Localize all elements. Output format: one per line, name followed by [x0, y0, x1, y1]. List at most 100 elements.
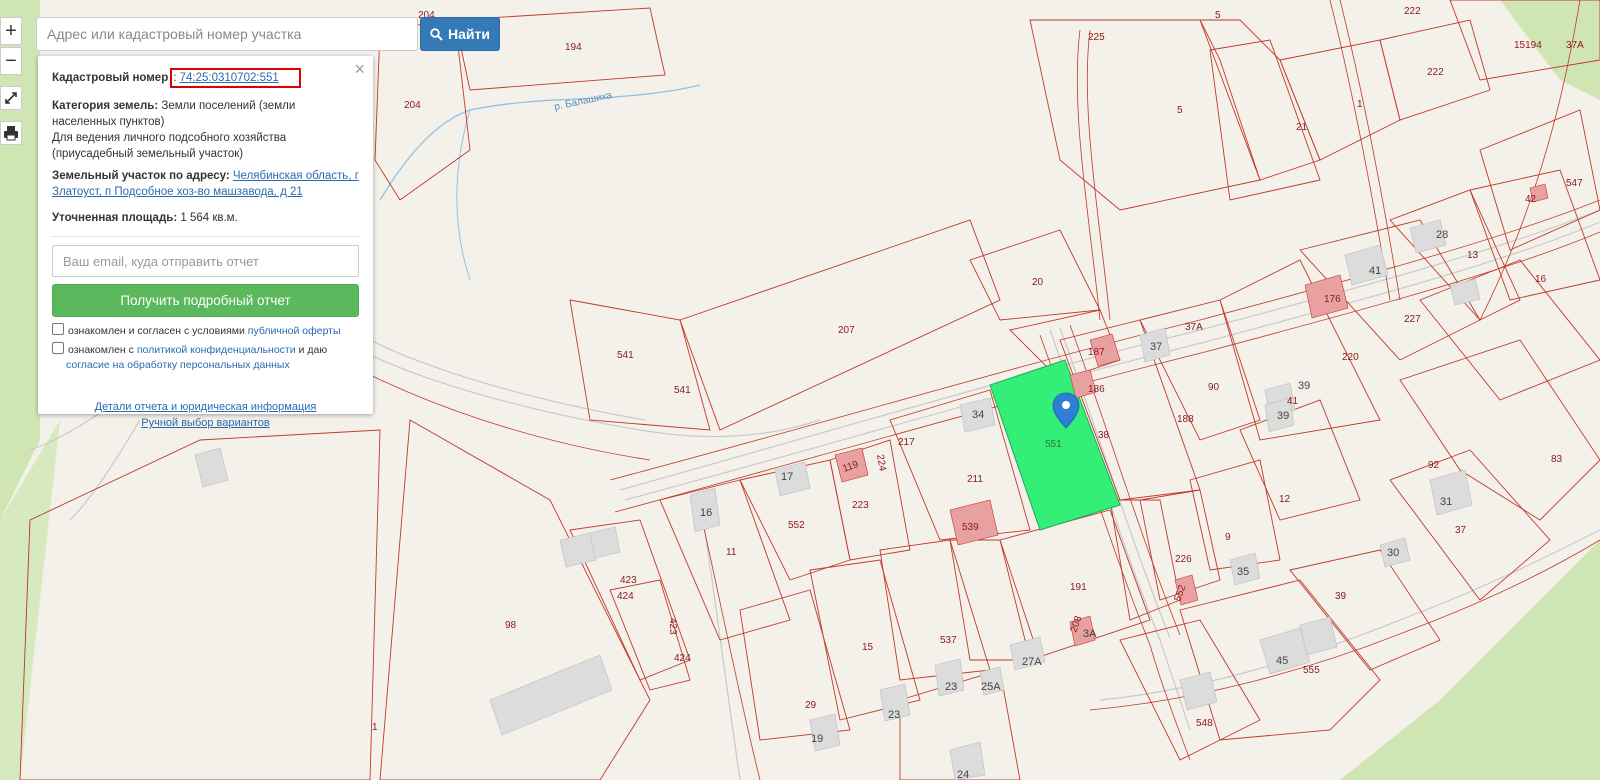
plot-label: 547 [1566, 178, 1583, 189]
divider [52, 236, 359, 237]
plot-label: 423 [620, 575, 637, 586]
get-report-button[interactable]: Получить подробный отчет [52, 284, 359, 317]
plot-label: 188 [1177, 414, 1194, 425]
address-row: Земельный участок по адресу: Челябинская… [52, 168, 359, 200]
plot-label: 191 [1070, 582, 1087, 593]
building-label: 19 [811, 733, 823, 745]
cadastral-label: Кадастровый номер [52, 72, 169, 84]
fullscreen-button[interactable] [0, 86, 22, 110]
building-label: 27А [1022, 656, 1042, 668]
area-value: 1 564 кв.м. [180, 212, 238, 224]
zoom-out-button[interactable]: − [0, 47, 22, 75]
consent-offer-text: ознакомлен и согласен с условиями [68, 325, 245, 337]
plot-label: 207 [838, 325, 855, 336]
building-label: 28 [1436, 229, 1448, 241]
search-button[interactable]: Найти [420, 17, 500, 51]
search-input[interactable] [36, 17, 418, 51]
plot-label: 223 [852, 500, 869, 511]
area-label: Уточненная площадь: [52, 212, 178, 224]
plot-label: 204 [404, 100, 421, 111]
privacy-checkbox[interactable] [52, 342, 64, 354]
search-button-label: Найти [448, 26, 490, 42]
plot-label: 9 [1225, 532, 1231, 543]
plot-label: 39 [1335, 591, 1347, 602]
consent-privacy-text-2: и даю [298, 344, 328, 356]
plot-label: 41 [1287, 396, 1299, 407]
plot-label: 5 [1215, 10, 1221, 21]
plot-label: 98 [505, 620, 517, 631]
close-icon[interactable]: × [354, 59, 365, 80]
plot-label: 186 [1088, 384, 1105, 395]
plot-info-panel: × Кадастровый номер: 74:25:0310702:551 К… [38, 56, 373, 429]
printer-icon [4, 126, 18, 141]
forest-area-left [0, 0, 40, 520]
plot-label: 90 [1208, 382, 1220, 393]
privacy-policy-link[interactable]: политикой конфиденциальности [137, 344, 296, 356]
plot-label: 226 [1175, 554, 1192, 565]
plot-label: 38 [1098, 430, 1110, 441]
data-processing-consent-link[interactable]: согласие на обработку персональных данны… [66, 359, 290, 371]
plot-label: 12 [1279, 494, 1291, 505]
cadastral-number-highlight: : 74:25:0310702:551 [170, 68, 301, 88]
plot-label: 552 [788, 520, 805, 531]
plot-label: 541 [617, 350, 634, 361]
consent-offer-row: ознакомлен и согласен с условиями публич… [52, 323, 359, 339]
building-label: 23 [888, 709, 900, 721]
plot-label: 83 [1551, 454, 1563, 465]
plot-label: 222 [1404, 6, 1421, 17]
building-label: 17 [781, 471, 793, 483]
plot-label: 15 [862, 642, 874, 653]
area-row: Уточненная площадь: 1 564 кв.м. [52, 210, 359, 226]
plot-label: 5 [1177, 105, 1183, 116]
plot-label: 220 [1342, 352, 1359, 363]
building-label: 31 [1440, 496, 1452, 508]
search-icon [430, 27, 443, 41]
plot-label: 537 [940, 635, 957, 646]
plot-label: 187 [1088, 347, 1105, 358]
plot-label: 225 [1088, 32, 1105, 43]
offer-checkbox[interactable] [52, 323, 64, 335]
building-label: 24 [957, 769, 969, 780]
building-label: 25А [981, 681, 1001, 693]
consent-privacy-text: ознакомлен с [68, 344, 134, 356]
expand-icon [5, 92, 17, 104]
plot-label: 424 [674, 653, 691, 664]
land-category-row: Категория земель: Земли поселений (земли… [52, 98, 359, 162]
land-use-value: Для ведения личного подсобного хозяйства… [52, 132, 287, 160]
plot-label: 29 [805, 700, 817, 711]
selected-plot-label: 551 [1045, 439, 1062, 450]
plot-label: 92 [1428, 460, 1440, 471]
land-category-label: Категория земель: [52, 100, 159, 112]
plot-label: 21 [1296, 122, 1308, 133]
plot-label: 42 [1525, 194, 1537, 205]
plot-label: 211 [967, 474, 983, 485]
plot-label: 37 [1455, 525, 1467, 536]
report-details-link[interactable]: Детали отчета и юридическая информация [52, 399, 359, 415]
plot-label: 424 [617, 591, 634, 602]
plot-label: 217 [898, 437, 915, 448]
building-label: 37 [1150, 341, 1162, 353]
plot-label: 16 [1535, 274, 1547, 285]
cadastral-number-link[interactable]: 74:25:0310702:551 [180, 72, 279, 84]
building-label: 39 [1298, 380, 1310, 392]
plot-label: 37А [1185, 322, 1203, 333]
panel-footer-links: Детали отчета и юридическая информация Р… [52, 399, 359, 431]
public-offer-link[interactable]: публичной оферты [248, 325, 341, 337]
print-button[interactable] [0, 121, 22, 145]
building-label: 41 [1369, 265, 1381, 277]
email-field[interactable] [52, 245, 359, 277]
plot-label: 20 [1032, 277, 1044, 288]
plot-label: 194 [565, 42, 582, 53]
building-label: 30 [1387, 547, 1399, 559]
building-label: 35 [1237, 566, 1249, 578]
consent-privacy-row: ознакомлен с политикой конфиденциальност… [52, 342, 359, 373]
plot-label: 423 [667, 618, 678, 635]
plot-label: 541 [674, 385, 691, 396]
building-label: 34 [972, 409, 984, 421]
plot-label: 539 [962, 522, 979, 533]
zoom-in-button[interactable]: + [0, 17, 22, 45]
plot-label: 555 [1303, 665, 1320, 676]
manual-selection-link[interactable]: Ручной выбор вариантов [52, 415, 359, 431]
building-label: 16 [700, 507, 712, 519]
plot-label: 176 [1324, 294, 1341, 305]
